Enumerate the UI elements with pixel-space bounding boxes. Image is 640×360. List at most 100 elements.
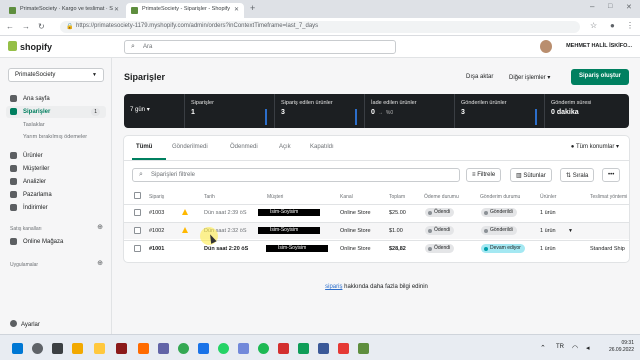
order-number[interactable]: #1001 <box>149 246 164 252</box>
row-checkbox[interactable] <box>134 227 141 234</box>
sidebar-item-products[interactable]: Ürünler <box>6 150 106 162</box>
profile-icon[interactable]: ● <box>610 21 615 30</box>
search-input[interactable]: ⌕ Ara <box>124 40 396 54</box>
file-explorer-icon[interactable] <box>94 343 105 354</box>
sidebar-item-settings[interactable]: Ayarlar <box>10 320 40 328</box>
date-range-selector[interactable]: 7 gün ▾ <box>130 106 150 113</box>
tab-all[interactable]: Tümü <box>136 144 152 150</box>
add-sales-channel-icon[interactable]: ⊕ <box>97 223 103 231</box>
new-tab-icon[interactable]: + <box>250 3 255 13</box>
avatar[interactable] <box>540 40 552 53</box>
back-icon[interactable]: ← <box>6 22 14 31</box>
columns-button[interactable]: ▥ Sütunlar <box>510 168 552 182</box>
column-header-delivery-method[interactable]: Teslimat yöntemi <box>590 194 627 200</box>
stat-fulfilled-items[interactable]: Gönderilen ürünler 3 <box>454 94 542 128</box>
items-count[interactable]: 1 ürün <box>540 246 556 252</box>
column-header-payment-status[interactable]: Ödeme durumu <box>424 194 459 200</box>
items-count[interactable]: 1 ürün <box>540 210 556 216</box>
app-icon[interactable] <box>318 343 329 354</box>
tab-unfulfilled[interactable]: Gönderilmedi <box>172 144 208 150</box>
user-name[interactable]: MEHMET HALİL İSKİFO... <box>566 43 632 49</box>
volume-icon[interactable]: ◂ <box>586 344 590 352</box>
other-actions-button[interactable]: Diğer işlemler ▾ <box>509 74 550 81</box>
illustrator-icon[interactable] <box>116 343 127 354</box>
order-number[interactable]: #1002 <box>149 228 164 234</box>
chevron-down-icon[interactable]: ▼ <box>568 228 573 234</box>
stat-delta: %0 <box>385 110 394 116</box>
language-indicator-icon[interactable]: TR <box>556 344 564 350</box>
sidebar-item-analytics[interactable]: Analizler <box>6 176 106 188</box>
forward-icon[interactable]: → <box>22 22 30 31</box>
add-app-icon[interactable]: ⊕ <box>97 259 103 267</box>
search-icon[interactable] <box>32 343 43 354</box>
learn-more-link[interactable]: sipariş <box>325 284 342 290</box>
column-header-order[interactable]: Sipariş <box>149 194 164 200</box>
browser-tab-orders[interactable]: PrimateSociety - Siparişler - Shopify ✕ <box>126 3 244 18</box>
stat-fulfillment-time[interactable]: Gönderim süresi 0 dakika <box>544 94 629 128</box>
discord-icon[interactable] <box>238 343 249 354</box>
order-number[interactable]: #1003 <box>149 210 164 216</box>
system-clock[interactable]: 09:31 26.09.2022 <box>609 340 634 354</box>
tab-open[interactable]: Açık <box>279 144 291 150</box>
menu-icon[interactable]: ⋮ <box>626 21 634 30</box>
maximize-icon[interactable]: □ <box>608 3 612 10</box>
location-selector[interactable]: ● Tüm konumlar ▾ <box>571 143 619 150</box>
minimize-icon[interactable]: – <box>590 2 594 11</box>
column-header-date[interactable]: Tarih <box>204 194 215 200</box>
column-header-customer[interactable]: Müşteri <box>267 194 283 200</box>
row-checkbox[interactable] <box>134 209 141 216</box>
sidebar-item-abandoned-checkouts[interactable]: Yarım bırakılmış ödemeler <box>6 131 106 143</box>
close-icon[interactable]: ✕ <box>234 6 239 13</box>
column-header-fulfillment-status[interactable]: Gönderim durumu <box>480 194 520 200</box>
stat-returned-items[interactable]: İade edilen ürünler 0 → %0 <box>364 94 452 128</box>
table-row[interactable]: #1001 Dün saat 2:20 öS İsim-Soyisim Onli… <box>124 240 629 257</box>
reload-icon[interactable]: ↻ <box>38 22 45 31</box>
shopify-logo[interactable]: shopify <box>8 41 52 52</box>
select-all-checkbox[interactable] <box>134 192 141 199</box>
wifi-icon[interactable]: ◠ <box>572 344 578 352</box>
filter-button[interactable]: ≡ Filtrele <box>466 168 502 182</box>
sidebar-item-online-store[interactable]: Online Mağaza <box>6 236 106 248</box>
app-icon[interactable] <box>358 343 369 354</box>
more-actions-button[interactable]: ••• <box>602 168 621 182</box>
url-field[interactable]: 🔒 https://primatesociety-1179.myshopify.… <box>60 21 580 33</box>
app-icon[interactable] <box>198 343 209 354</box>
star-icon[interactable]: ☆ <box>590 21 597 30</box>
store-selector[interactable]: PrimateSociety ▼ <box>8 68 104 82</box>
stat-orders[interactable]: Siparişler 1 <box>184 94 272 128</box>
tab-closed[interactable]: Kapatıldı <box>310 144 334 150</box>
sidebar-item-home[interactable]: Ana sayfa <box>6 93 106 105</box>
create-order-button[interactable]: Sipariş oluştur <box>571 69 629 85</box>
close-icon[interactable]: ✕ <box>114 6 119 13</box>
teams-icon[interactable] <box>158 343 169 354</box>
sort-button[interactable]: ⇅ Sırala <box>560 168 595 182</box>
items-count[interactable]: 1 ürün <box>540 228 556 234</box>
weather-icon[interactable] <box>72 343 83 354</box>
column-header-items[interactable]: Ürünler <box>540 194 556 200</box>
app-icon[interactable] <box>138 343 149 354</box>
export-button[interactable]: Dışa aktar <box>466 74 493 80</box>
task-view-icon[interactable] <box>52 343 63 354</box>
stat-ordered-items[interactable]: Sipariş edilen ürünler 3 <box>274 94 362 128</box>
sidebar-item-marketing[interactable]: Pazarlama <box>6 189 106 201</box>
pdf-icon[interactable] <box>278 343 289 354</box>
app-icon[interactable] <box>298 343 309 354</box>
filter-orders-input[interactable]: ⌕ Siparişleri filtrele <box>132 168 460 182</box>
table-row[interactable]: #1003 Dün saat 2:39 öS İsim-Soyisim Onli… <box>124 204 629 221</box>
column-header-total[interactable]: Toplam <box>389 194 405 200</box>
sidebar-item-orders[interactable]: Siparişler 1 <box>6 106 106 118</box>
tab-unpaid[interactable]: Ödenmedi <box>230 144 258 150</box>
spotify-icon[interactable] <box>258 343 269 354</box>
chevron-up-icon[interactable]: ⌃ <box>540 344 546 352</box>
sidebar-item-drafts[interactable]: Taslaklar <box>6 119 106 131</box>
column-header-channel[interactable]: Kanal <box>340 194 353 200</box>
chrome-icon[interactable] <box>178 343 189 354</box>
sidebar-item-customers[interactable]: Müşteriler <box>6 163 106 175</box>
row-checkbox[interactable] <box>134 245 141 252</box>
close-window-icon[interactable]: ✕ <box>626 3 632 11</box>
windows-start-icon[interactable] <box>12 343 23 354</box>
sidebar-item-discounts[interactable]: İndirimler <box>6 202 106 214</box>
whatsapp-icon[interactable] <box>218 343 229 354</box>
app-icon[interactable] <box>338 343 349 354</box>
browser-tab-shipping[interactable]: PrimateSociety · Kargo ve teslimat · S ✕ <box>4 3 124 18</box>
